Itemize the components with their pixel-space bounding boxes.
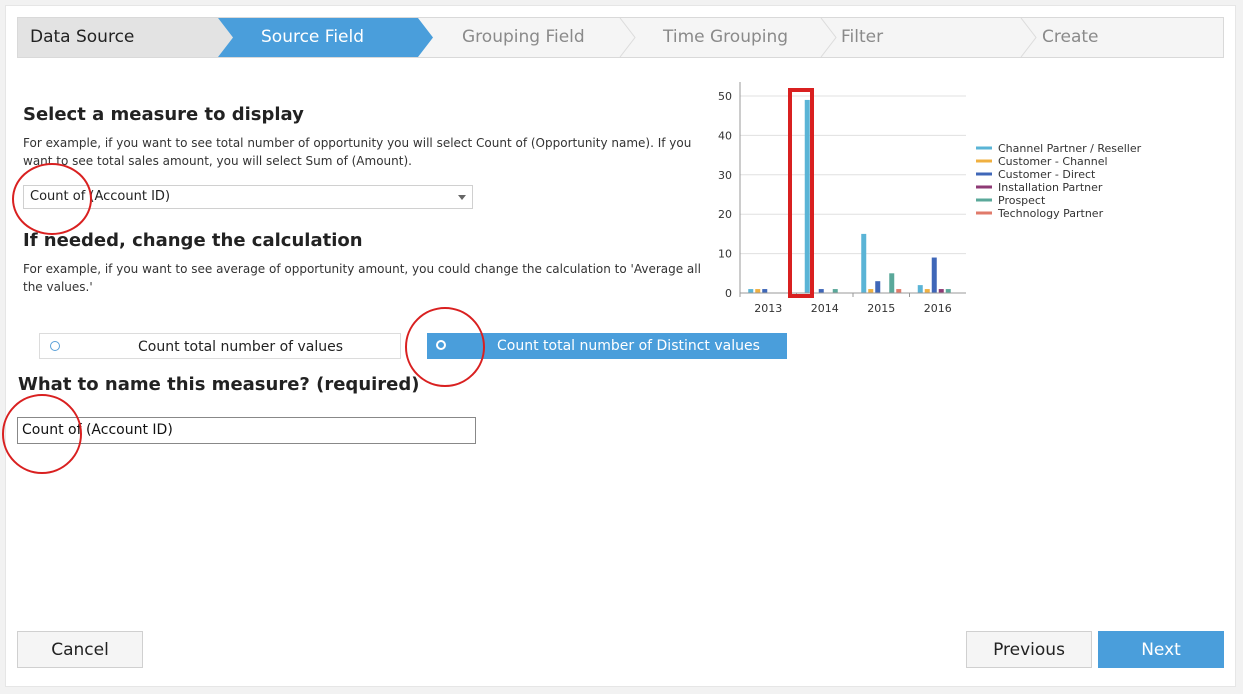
chevron-down-icon — [458, 195, 466, 200]
chart-bar — [938, 289, 944, 293]
radio-count-distinct-label: Count total number of Distinct values — [497, 338, 760, 354]
chart-legend: Channel Partner / ResellerCustomer - Cha… — [976, 142, 1142, 220]
chart-bars — [748, 99, 951, 293]
wizard-steps: Data Source Source Field Grouping Field … — [17, 17, 1224, 58]
radio-icon — [50, 341, 60, 351]
legend-label: Installation Partner — [998, 181, 1103, 194]
legend-label: Channel Partner / Reseller — [998, 142, 1142, 155]
preview-chart: 0 10 20 30 40 50 2013 2014 2015 2016 Channel Part… — [718, 82, 1142, 315]
y-tick-label: 30 — [718, 169, 732, 182]
chart-bar — [931, 257, 937, 293]
chart-bar — [832, 289, 838, 293]
chart-bar — [748, 289, 754, 293]
x-tick-label: 2016 — [924, 302, 952, 315]
chart-bar — [889, 273, 895, 293]
y-tick-label: 10 — [718, 248, 732, 261]
radio-count-values[interactable]: Count total number of values — [39, 333, 401, 359]
next-button[interactable]: Next — [1098, 631, 1224, 668]
chart-bar — [896, 289, 902, 293]
step-grouping-field[interactable]: Grouping Field — [462, 18, 585, 57]
chart-axes: 0 10 20 30 40 50 2013 2014 2015 2016 — [718, 82, 966, 315]
step-filter[interactable]: Filter — [841, 18, 883, 57]
chart-bar — [755, 289, 761, 293]
annotation-circle-select — [12, 163, 92, 235]
y-tick-label: 0 — [725, 287, 732, 300]
y-tick-label: 50 — [718, 90, 732, 103]
legend-label: Customer - Direct — [998, 168, 1096, 181]
legend-label: Technology Partner — [997, 207, 1104, 220]
annotation-circle-distinct — [405, 307, 485, 387]
measure-name-input[interactable]: Count of (Account ID) — [17, 417, 476, 444]
measure-title: Select a measure to display — [23, 104, 304, 125]
step-create[interactable]: Create — [1042, 18, 1099, 57]
chart-bar — [875, 281, 881, 293]
step-data-source[interactable]: Data Source — [30, 18, 134, 57]
chart-bar — [868, 289, 874, 293]
step-source-field[interactable]: Source Field — [261, 18, 364, 57]
chart-bar — [861, 233, 867, 293]
legend-label: Customer - Channel — [998, 155, 1108, 168]
x-tick-label: 2015 — [867, 302, 895, 315]
calculation-title: If needed, change the calculation — [23, 230, 363, 251]
step-time-grouping[interactable]: Time Grouping — [663, 18, 788, 57]
chart-bar — [818, 289, 824, 293]
chart-bar — [945, 289, 951, 293]
chart-bar — [917, 285, 923, 293]
calculation-description: For example, if you want to see average … — [23, 262, 701, 294]
annotation-circle-name — [2, 394, 82, 474]
y-tick-label: 40 — [718, 129, 732, 142]
chart-bar — [804, 99, 810, 293]
cancel-button[interactable]: Cancel — [17, 631, 143, 668]
measure-description: For example, if you want to see total nu… — [23, 136, 692, 168]
chart-bar — [924, 289, 930, 293]
previous-button[interactable]: Previous — [966, 631, 1092, 668]
chart-bar — [762, 289, 768, 293]
name-title: What to name this measure? (required) — [18, 374, 420, 395]
legend-label: Prospect — [998, 194, 1046, 207]
y-tick-label: 20 — [718, 208, 732, 221]
x-tick-label: 2013 — [754, 302, 782, 315]
x-tick-label: 2014 — [811, 302, 839, 315]
radio-count-values-label: Count total number of values — [138, 339, 344, 355]
